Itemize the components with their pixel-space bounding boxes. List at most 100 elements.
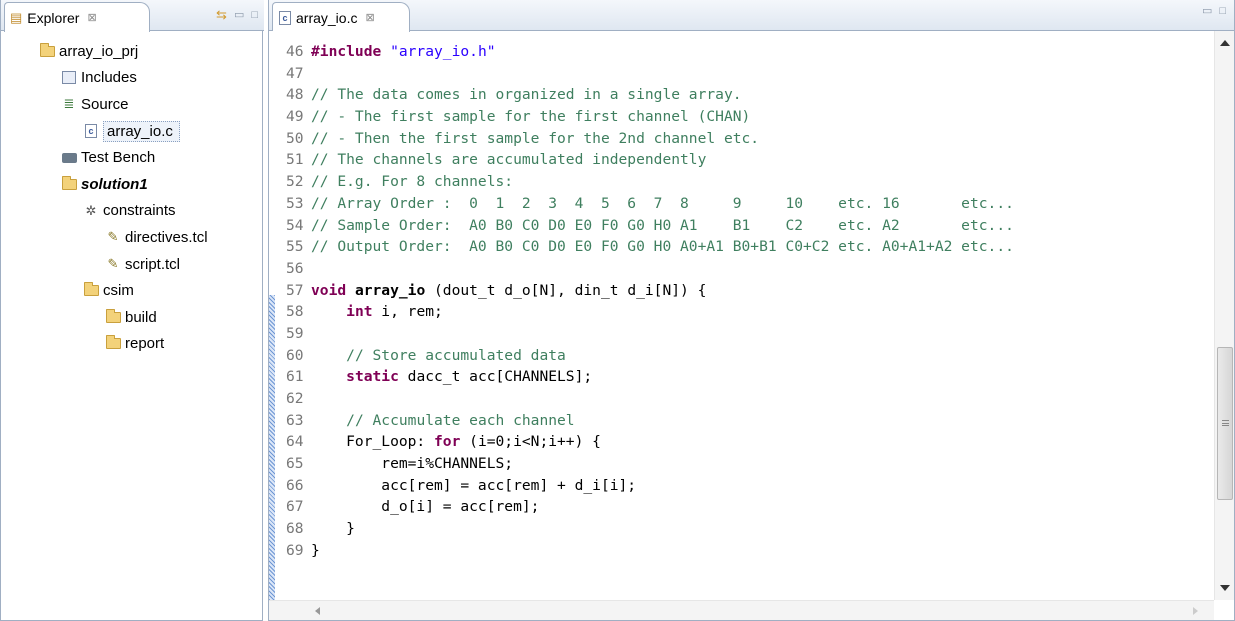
tree-item-label: build — [125, 308, 157, 326]
code-token: // Sample Order: A0 B0 C0 D0 E0 F0 G0 H0… — [311, 216, 1014, 234]
code-token: // Accumulate each channel — [346, 411, 575, 429]
scroll-down-icon[interactable] — [1220, 585, 1230, 591]
scroll-up-icon[interactable] — [1220, 40, 1230, 46]
code-line: 56 — [286, 258, 1194, 280]
explorer-icon: ▤ — [10, 9, 23, 25]
project-icon — [38, 42, 56, 57]
code-token: "array_io.h" — [390, 43, 496, 60]
tree-item[interactable]: Includes — [1, 65, 261, 92]
source-icon: ≣ — [63, 96, 75, 112]
tree-item[interactable]: csim — [1, 277, 261, 304]
tree-item[interactable]: Test Bench — [1, 144, 261, 171]
c-file-icon: c — [279, 10, 291, 25]
tcl-file-icon: ✎ — [107, 229, 119, 245]
code-line: 67 d_o[i] = acc[rem]; — [286, 496, 1194, 518]
close-icon[interactable]: ⊠ — [87, 11, 96, 24]
minimize-icon[interactable]: ▭ — [1202, 6, 1212, 17]
code-area[interactable]: 46 #include "array_io.h" 47 48 // The data c… — [286, 41, 1194, 597]
link-with-editor-icon[interactable]: ⇆ — [216, 7, 227, 23]
line-number: 48 — [286, 86, 304, 104]
explorer-tab-bar: ▤ Explorer ⊠ ⇆ ▭ □ — [1, 0, 264, 32]
vertical-scrollbar[interactable] — [1214, 31, 1234, 600]
folder-icon — [104, 335, 122, 350]
code-token: acc[rem] = acc[rem] + d_i[i]; — [311, 476, 637, 494]
tree-item[interactable]: report — [1, 331, 261, 358]
solution-folder-icon — [60, 175, 78, 190]
tree-item[interactable]: c array_io.c — [1, 118, 261, 145]
line-number: 68 — [286, 520, 304, 538]
change-marker — [269, 295, 275, 617]
scroll-left-icon[interactable] — [315, 607, 320, 615]
line-number: 60 — [286, 346, 304, 364]
code-line: 57 void array_io (dout_t d_o[N], din_t d_… — [286, 280, 1194, 302]
code-line: 51 // The channels are accumulated indepe… — [286, 149, 1194, 171]
code-token: // The channels are accumulated independ… — [311, 151, 707, 169]
folder-icon — [82, 282, 100, 297]
tree-item-label: directives.tcl — [125, 228, 208, 246]
minimize-icon[interactable]: ▭ — [234, 9, 244, 21]
code-line: 48 // The data comes in organized in a si… — [286, 84, 1194, 106]
scroll-right-icon[interactable] — [1193, 607, 1198, 615]
line-number: 59 — [286, 324, 304, 342]
c-file-icon: c — [82, 124, 100, 139]
code-token: // The data comes in organized in a sing… — [311, 86, 742, 104]
code-line: 65 rem=i%CHANNELS; — [286, 453, 1194, 475]
tree-item[interactable]: ✲ constraints — [1, 198, 261, 225]
code-token: i, rem; — [372, 303, 443, 321]
tree-item[interactable]: build — [1, 304, 261, 331]
line-number: 64 — [286, 433, 304, 451]
line-number: 49 — [286, 108, 304, 126]
code-line: 55 // Output Order: A0 B0 C0 D0 E0 F0 G0 … — [286, 236, 1194, 258]
code-line: 60 // Store accumulated data — [286, 345, 1194, 367]
close-icon[interactable]: ⊠ — [365, 11, 374, 24]
tree-item-label: csim — [103, 282, 134, 300]
code-line: 53 // Array Order : 0 1 2 3 4 5 6 7 8 9 1… — [286, 193, 1194, 215]
line-number: 56 — [286, 259, 304, 277]
code-line: 50 // - Then the first sample for the 2nd… — [286, 128, 1194, 150]
explorer-panel: ▤ Explorer ⊠ ⇆ ▭ □ array_io_prj Includes ≣… — [0, 0, 264, 621]
code-token: array_io — [354, 281, 426, 299]
line-number: 63 — [286, 411, 304, 429]
code-line: 62 — [286, 388, 1194, 410]
grip-icon — [1222, 420, 1229, 426]
code-token: #include — [311, 43, 391, 60]
line-number: 55 — [286, 238, 304, 256]
tab-explorer[interactable]: ▤ Explorer ⊠ — [4, 2, 150, 32]
tree-item[interactable]: array_io_prj — [1, 38, 261, 65]
tree-item[interactable]: solution1 — [1, 171, 261, 198]
code-line: 69} — [286, 540, 1194, 562]
line-number: 66 — [286, 476, 304, 494]
code-token: (dout_t d_o[N], din_t d_i[N]) { — [425, 281, 707, 299]
code-line: 59 — [286, 323, 1194, 345]
code-line: 47 — [286, 63, 1194, 85]
code-token: // - Then the first sample for the 2nd c… — [311, 129, 760, 147]
change-ruler — [269, 31, 275, 617]
tree-item[interactable]: ≣ Source — [1, 91, 261, 118]
tree-item[interactable]: ✎ script.tcl — [1, 251, 261, 278]
editor-tab-bar: c array_io.c ⊠ ▭ □ — [269, 0, 1234, 32]
line-number: 53 — [286, 194, 304, 212]
code-token: // E.g. For 8 channels: — [311, 173, 514, 191]
code-token: } — [311, 541, 320, 559]
maximize-icon[interactable]: □ — [251, 9, 258, 21]
tree-item-label: report — [125, 335, 165, 353]
scroll-thumb[interactable] — [1217, 347, 1233, 500]
tree-item[interactable]: ✎ directives.tcl — [1, 224, 261, 251]
code-token: // Array Order : 0 1 2 3 4 5 6 7 8 9 10 … — [311, 194, 1014, 212]
line-number: 54 — [286, 216, 304, 234]
includes-icon — [60, 71, 78, 85]
tree-item-label: Source — [81, 95, 129, 113]
testbench-icon — [60, 152, 78, 163]
line-number: 46 — [286, 43, 304, 60]
tab-array-io-c[interactable]: c array_io.c ⊠ — [272, 2, 410, 32]
code-line: 54 // Sample Order: A0 B0 C0 D0 E0 F0 G0 … — [286, 215, 1194, 237]
horizontal-scrollbar[interactable] — [269, 600, 1214, 620]
line-number: 57 — [286, 281, 304, 299]
line-number: 65 — [286, 455, 304, 473]
tab-explorer-label: Explorer — [27, 9, 80, 26]
gear-icon: ✲ — [85, 202, 97, 218]
tree-item-label: constraints — [103, 202, 176, 220]
maximize-icon[interactable]: □ — [1219, 6, 1226, 17]
